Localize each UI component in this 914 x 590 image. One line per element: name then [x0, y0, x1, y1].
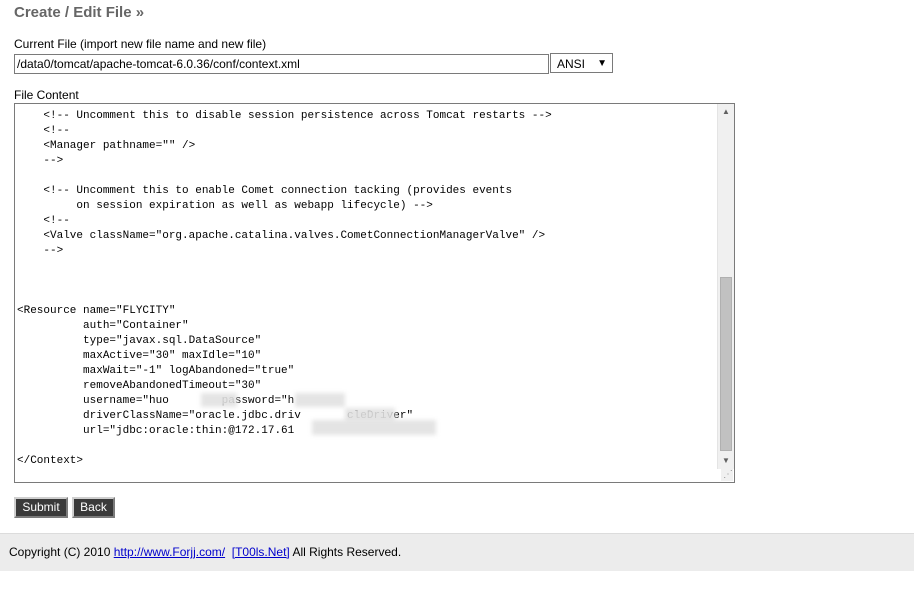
redaction-mask: [295, 393, 345, 407]
encoding-value: ANSI: [557, 57, 586, 71]
file-content-text: <!-- Uncomment this to disable session p…: [17, 110, 552, 467]
dropdown-arrow-icon: ▼: [597, 58, 607, 69]
footer-copyright: Copyright (C) 2010: [9, 545, 114, 559]
resize-grip-icon[interactable]: ⋰: [721, 469, 733, 481]
submit-button[interactable]: Submit: [14, 497, 68, 518]
page-title: Create / Edit File »: [14, 4, 145, 21]
file-path-input[interactable]: /data0/tomcat/apache-tomcat-6.0.36/conf/…: [14, 54, 549, 74]
current-file-label: Current File (import new file name and n…: [14, 37, 267, 51]
file-content-textarea[interactable]: <!-- Uncomment this to disable session p…: [14, 103, 735, 483]
footer: Copyright (C) 2010 http://www.Forjj.com/…: [0, 533, 914, 571]
vertical-scrollbar[interactable]: ▲ ▼: [717, 104, 734, 469]
scroll-down-icon[interactable]: ▼: [718, 453, 734, 469]
redaction-mask: [201, 393, 237, 407]
footer-link-t00ls[interactable]: [T00ls.Net]: [232, 545, 290, 559]
encoding-select[interactable]: ANSI ▼: [550, 53, 613, 73]
redaction-mask: [312, 420, 436, 435]
scroll-up-icon[interactable]: ▲: [718, 104, 734, 120]
scrollbar-thumb[interactable]: [720, 277, 732, 451]
file-content-label: File Content: [14, 88, 79, 102]
footer-rights: All Rights Reserved.: [289, 545, 402, 559]
back-button[interactable]: Back: [72, 497, 115, 518]
footer-link-forjj[interactable]: http://www.Forjj.com/: [114, 545, 225, 559]
